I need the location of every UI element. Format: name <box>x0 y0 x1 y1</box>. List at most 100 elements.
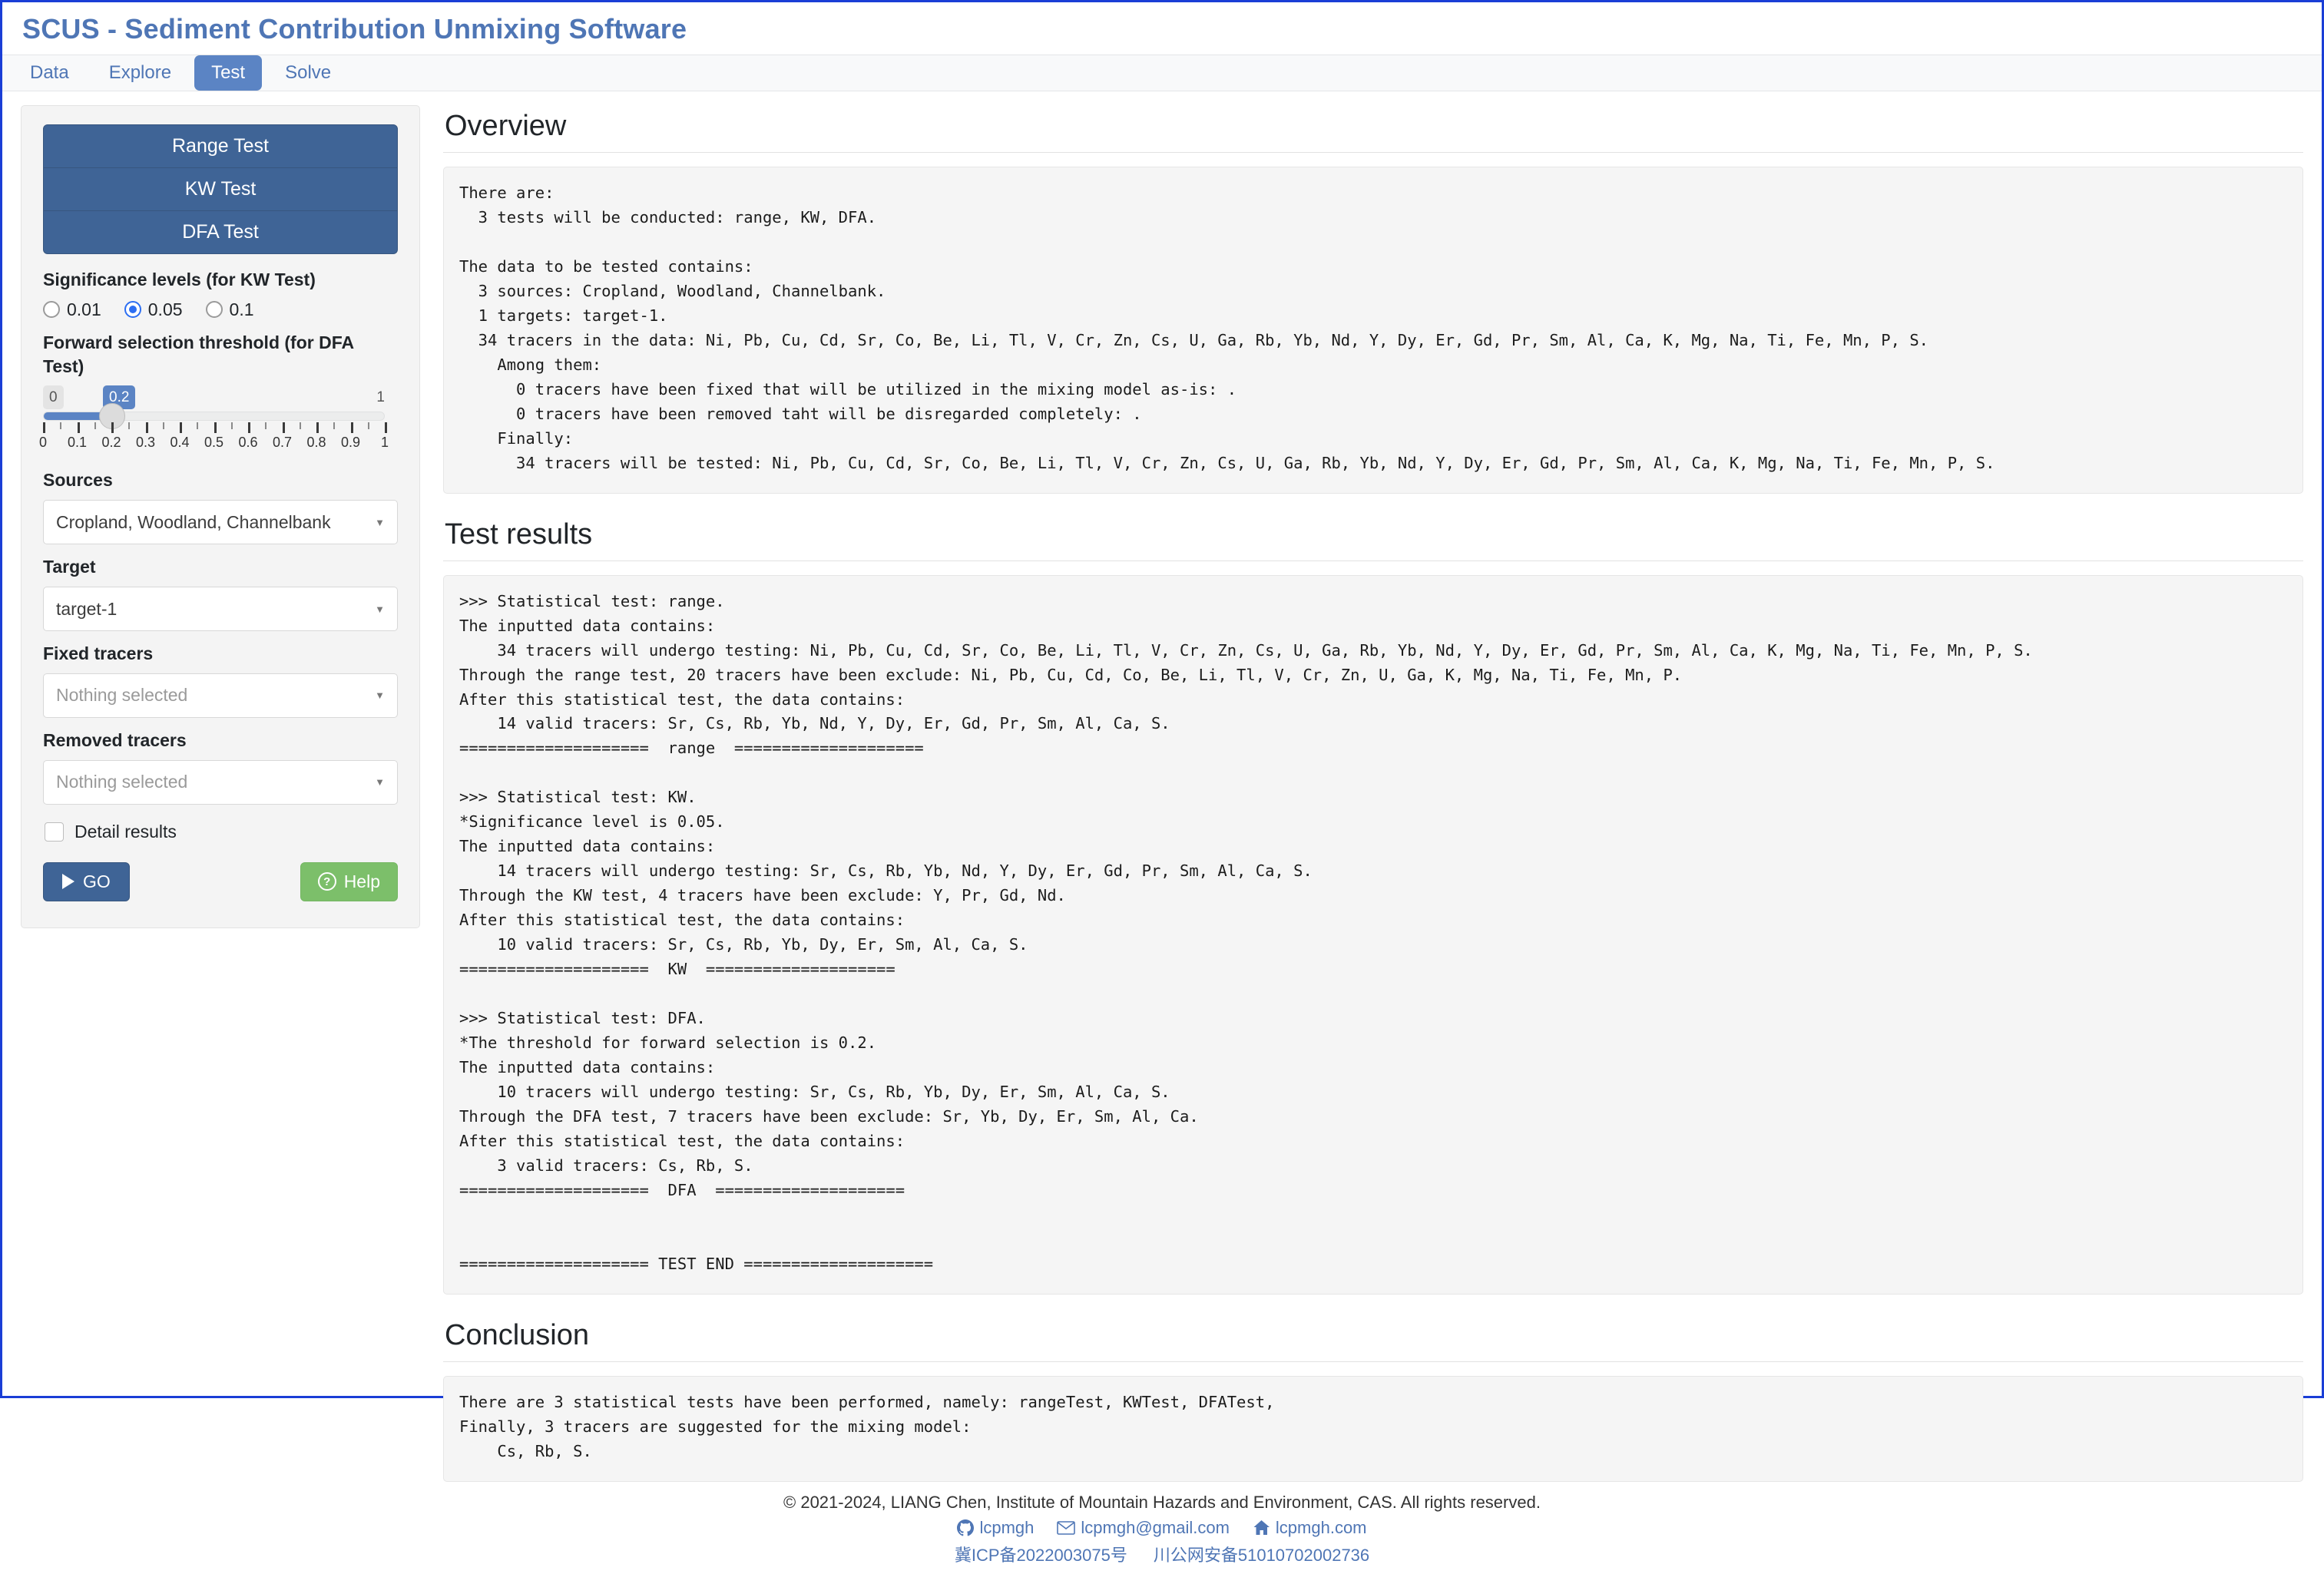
github-link[interactable]: lcpmgh <box>957 1518 1034 1538</box>
significance-option-01[interactable]: 0.1 <box>205 299 254 320</box>
slider-tick-label: 0.7 <box>272 435 293 451</box>
app-root: SCUS - Sediment Contribution Unmixing So… <box>2 2 2322 1565</box>
slider-tick <box>77 422 80 434</box>
overview-heading: Overview <box>443 105 2303 153</box>
slider-tick <box>367 422 369 430</box>
police-link[interactable]: 川公网安备51010702002736 <box>1154 1542 1369 1566</box>
removed-tracers-value: Nothing selected <box>56 772 188 792</box>
slider-tick-label: 0.9 <box>340 435 361 451</box>
slider-min-bubble: 0 <box>43 385 64 410</box>
tab-solve[interactable]: Solve <box>268 55 348 91</box>
dfa-test-button[interactable]: DFA Test <box>43 211 398 254</box>
significance-option-label: 0.01 <box>67 299 101 319</box>
slider-tick <box>43 422 45 434</box>
target-select[interactable]: target-1 ▼ <box>43 587 398 632</box>
kw-test-button[interactable]: KW Test <box>43 168 398 211</box>
detail-results-checkbox[interactable]: Detail results <box>45 822 398 842</box>
fixed-tracers-label: Fixed tracers <box>43 643 154 664</box>
tab-explore[interactable]: Explore <box>92 55 188 91</box>
help-button-label: Help <box>343 871 380 891</box>
sources-select[interactable]: Cropland, Woodland, Channelbank ▼ <box>43 500 398 545</box>
fixed-tracers-select[interactable]: Nothing selected ▼ <box>43 673 398 718</box>
slider-tick <box>316 422 319 434</box>
slider-tick <box>60 422 62 430</box>
slider-tick-label: 0.8 <box>306 435 326 451</box>
slider-track[interactable] <box>43 403 385 430</box>
control-sidebar: Range Test KW Test DFA Test Significance… <box>21 105 420 928</box>
test-button-group: Range Test KW Test DFA Test <box>43 124 398 254</box>
copyright-text: © 2021-2024, LIANG Chen, Institute of Mo… <box>783 1492 1541 1512</box>
chevron-down-icon: ▼ <box>375 776 385 789</box>
github-link-label: lcpmgh <box>979 1517 1035 1537</box>
significance-option-001[interactable]: 0.01 <box>43 299 101 320</box>
home-icon <box>1253 1519 1270 1536</box>
email-icon <box>1057 1520 1076 1536</box>
slider-tick <box>230 422 233 430</box>
significance-option-005[interactable]: 0.05 <box>124 299 183 320</box>
removed-tracers-label: Removed tracers <box>43 729 187 750</box>
radio-icon <box>43 301 60 319</box>
radio-icon <box>205 301 223 319</box>
home-link[interactable]: lcpmgh.com <box>1253 1518 1367 1538</box>
footer-registration: 冀ICP备2022003075号 川公网安备51010702002736 <box>2 1542 2322 1566</box>
main-navbar: Data Explore Test Solve <box>2 55 2322 91</box>
page-title: SCUS - Sediment Contribution Unmixing So… <box>22 13 687 45</box>
slider-tick-labels: 0 0.1 0.2 0.3 0.4 0.5 0.6 0.7 0.8 0.9 1 <box>39 435 389 455</box>
slider-tick <box>128 422 131 430</box>
body-row: Range Test KW Test DFA Test Significance… <box>2 91 2322 1482</box>
main-content: Overview There are: 3 tests will be cond… <box>443 105 2303 1482</box>
target-value: target-1 <box>56 598 118 619</box>
range-test-button[interactable]: Range Test <box>43 124 398 168</box>
slider-tick-label: 0.5 <box>204 435 224 451</box>
slider-tick <box>299 422 301 430</box>
help-button[interactable]: ? Help <box>300 861 398 901</box>
chevron-down-icon: ▼ <box>375 689 385 702</box>
target-label: Target <box>43 557 96 577</box>
sources-label: Sources <box>43 470 113 491</box>
slider-tick <box>162 422 164 430</box>
go-button[interactable]: GO <box>43 861 130 901</box>
significance-option-label: 0.1 <box>229 299 254 319</box>
tab-test[interactable]: Test <box>194 55 263 91</box>
chevron-down-icon: ▼ <box>375 516 385 528</box>
slider-tick <box>265 422 267 430</box>
slider-tick <box>385 422 387 434</box>
slider-tick-label: 0.1 <box>67 435 88 451</box>
overview-panel: There are: 3 tests will be conducted: ra… <box>443 167 2303 494</box>
slider-tick-label: 0.2 <box>101 435 121 451</box>
question-mark-icon: ? <box>317 872 336 891</box>
slider-tick <box>350 422 353 434</box>
chevron-down-icon: ▼ <box>375 603 385 615</box>
go-button-label: GO <box>83 871 111 891</box>
tab-data[interactable]: Data <box>13 55 86 91</box>
significance-option-label: 0.05 <box>147 299 183 319</box>
slider-tick <box>94 422 96 430</box>
slider-tick <box>282 422 285 434</box>
home-link-label: lcpmgh.com <box>1275 1517 1367 1537</box>
detail-results-label: Detail results <box>74 821 177 842</box>
sidebar-actions: GO ? Help <box>43 861 398 901</box>
significance-radio-group: 0.01 0.05 0.1 <box>43 299 398 320</box>
email-link-label: lcpmgh@gmail.com <box>1081 1517 1230 1537</box>
checkbox-icon <box>45 822 64 842</box>
slider-tick-label: 0.6 <box>238 435 258 451</box>
slider-tick <box>197 422 199 430</box>
threshold-label: Forward selection threshold (for DFA Tes… <box>43 332 354 376</box>
page-footer: © 2021-2024, LIANG Chen, Institute of Mo… <box>2 1482 2322 1574</box>
slider-tick <box>145 422 148 434</box>
removed-tracers-select[interactable]: Nothing selected ▼ <box>43 759 398 805</box>
play-icon <box>62 874 74 890</box>
conclusion-heading: Conclusion <box>443 1314 2303 1362</box>
slider-tick-label: 0.4 <box>170 435 190 451</box>
icp-link[interactable]: 冀ICP备2022003075号 <box>955 1542 1127 1566</box>
slider-max-bubble: 1 <box>376 389 385 406</box>
slider-tick-label: 0 <box>38 435 48 451</box>
slider-tick <box>180 422 182 434</box>
slider-tick <box>333 422 336 430</box>
threshold-slider[interactable]: 0 0.2 1 0 0.1 0.2 0.3 0.4 0.5 0.6 0.7 0.8 0.9 1 <box>39 385 389 455</box>
fixed-tracers-value: Nothing selected <box>56 685 188 706</box>
slider-tick <box>111 422 114 434</box>
email-link[interactable]: lcpmgh@gmail.com <box>1057 1518 1230 1538</box>
sources-value: Cropland, Woodland, Channelbank <box>56 511 331 532</box>
test-results-panel: >>> Statistical test: range. The inputte… <box>443 574 2303 1295</box>
